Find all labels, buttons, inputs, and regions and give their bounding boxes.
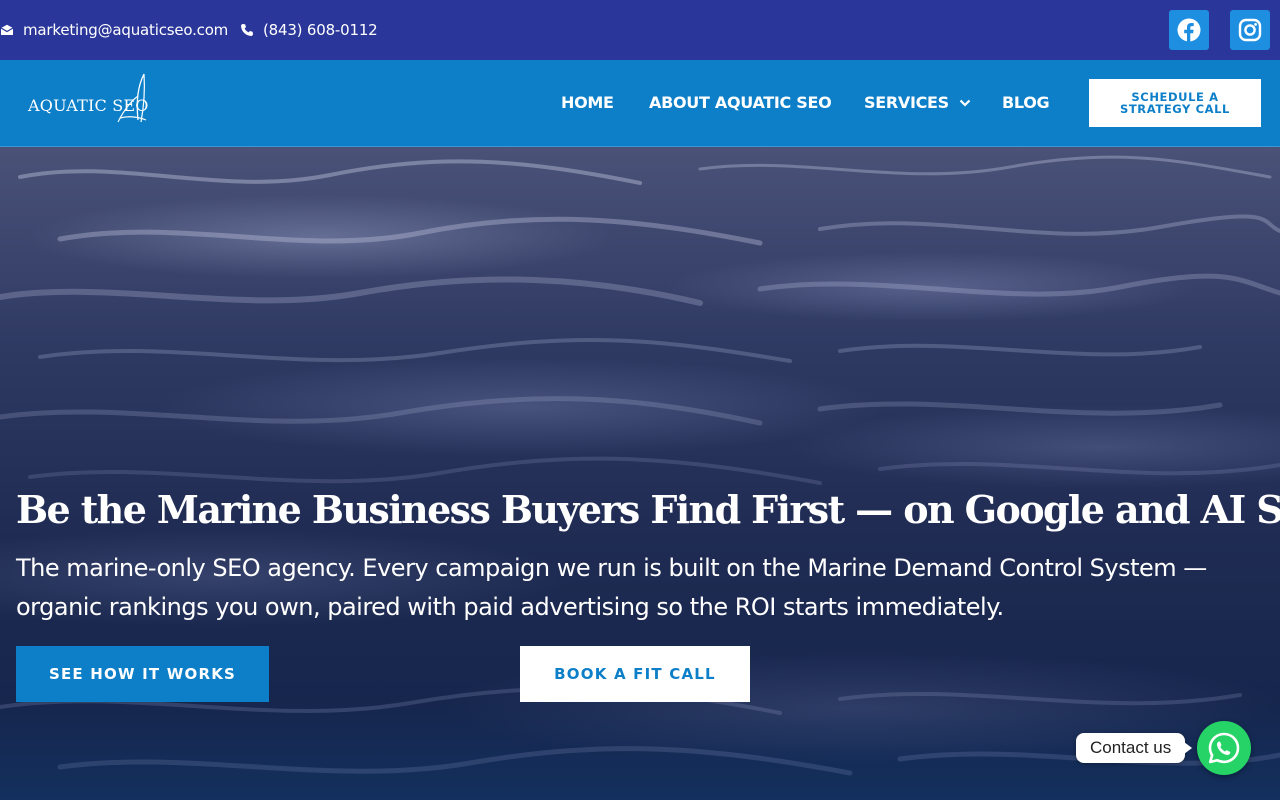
sail-icon — [117, 73, 147, 123]
phone-text: (843) 608-0112 — [263, 21, 378, 39]
phone-icon — [241, 24, 253, 36]
envelope-icon — [0, 24, 14, 35]
nav-services[interactable]: SERVICES — [864, 93, 971, 112]
book-fit-call-button[interactable]: BOOK A FIT CALL — [520, 646, 750, 702]
whatsapp-chat-button[interactable] — [1197, 721, 1251, 775]
instagram-icon — [1238, 18, 1262, 42]
whatsapp-icon — [1208, 732, 1240, 764]
water-background — [0, 155, 1280, 776]
facebook-link[interactable] — [1169, 10, 1209, 50]
see-how-it-works-button[interactable]: SEE HOW IT WORKS — [16, 646, 269, 702]
contact-us-tooltip[interactable]: Contact us — [1076, 733, 1193, 763]
nav-about[interactable]: ABOUT AQUATIC SEO — [649, 93, 832, 112]
nav-home[interactable]: HOME — [561, 93, 614, 112]
nav-blog[interactable]: BLOG — [1002, 93, 1050, 112]
hero-title: Be the Marine Business Buyers Find First… — [16, 487, 1280, 532]
email-text: marketing@aquaticseo.com — [23, 21, 229, 39]
hero-subtitle: The marine-only SEO agency. Every campai… — [16, 554, 1207, 621]
chevron-down-icon — [959, 99, 971, 107]
facebook-icon — [1177, 18, 1201, 42]
hero-section: Be the Marine Business Buyers Find First… — [0, 147, 1280, 800]
top-contact-bar: marketing@aquaticseo.com (843) 608-0112 — [0, 0, 1280, 60]
phone-link[interactable]: (843) 608-0112 — [240, 21, 378, 39]
instagram-link[interactable] — [1230, 10, 1270, 50]
email-link[interactable]: marketing@aquaticseo.com — [0, 21, 228, 39]
schedule-strategy-call-button[interactable]: SCHEDULE A STRATEGY CALL — [1089, 79, 1261, 127]
nav-services-label: SERVICES — [864, 93, 949, 112]
main-navigation: AQUATIC SEO HOME ABOUT AQUATIC SEO SERVI… — [0, 60, 1280, 147]
site-logo[interactable]: AQUATIC SEO — [28, 72, 152, 126]
